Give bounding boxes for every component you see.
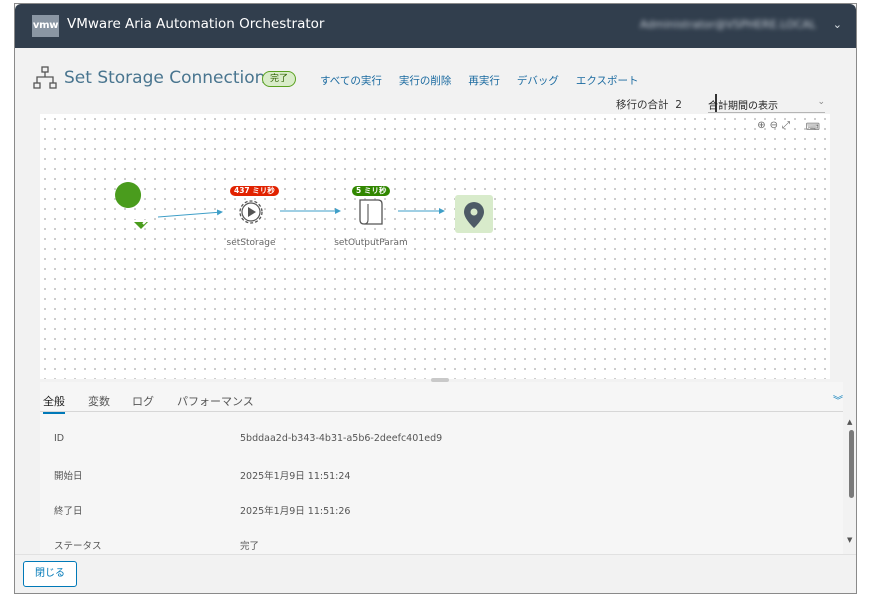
gear-play-icon[interactable] <box>239 200 263 224</box>
workflow-title: Set Storage Connection <box>64 68 266 88</box>
debug-link[interactable]: デバッグ <box>517 75 559 87</box>
detail-row: ID 5bddaa2d-b343-4b31-a5b6-2deefc401ed9 <box>54 433 814 449</box>
details-panel: 全般 変数 ログ パフォーマンス ︾ ID 5bddaa2d-b343-4b31… <box>40 382 854 557</box>
node-label: setOutputParam <box>334 238 408 248</box>
detail-value: 2025年1月9日 11:51:26 <box>240 506 351 517</box>
details-tabs: 全般 変数 ログ パフォーマンス ︾ <box>40 382 843 414</box>
scrollbar-thumb[interactable] <box>849 430 854 498</box>
start-node[interactable] <box>115 182 151 229</box>
total-runs-label: 移行の合計 <box>616 99 669 111</box>
detail-row: ステータス 完了 <box>54 538 814 554</box>
end-node[interactable] <box>455 195 493 233</box>
duration-badge: 5 ミリ秒 <box>352 186 391 196</box>
period-select-value: 合計期間の表示 <box>708 101 778 112</box>
chevron-down-icon: ⌄ <box>817 97 825 107</box>
duration-badge: 437 ミリ秒 <box>230 186 279 196</box>
chevron-down-icon[interactable]: ⌄ <box>833 18 842 31</box>
connector <box>157 209 223 218</box>
detail-key: ID <box>54 433 65 444</box>
workflow-run-window: vmw VMware Aria Automation Orchestrator … <box>14 3 857 594</box>
tab-general[interactable]: 全般 <box>43 393 65 414</box>
all-runs-link[interactable]: すべての実行 <box>320 75 382 87</box>
tab-variables[interactable]: 変数 <box>88 393 110 409</box>
action-links: すべての実行 実行の削除 再実行 デバッグ エクスポート <box>320 73 656 88</box>
workflow-canvas[interactable]: ⊕⊖⤢ ⌨ 437 ミリ秒 5 ミリ秒 setStorage setOutput… <box>40 114 830 379</box>
total-runs-value: 2 <box>675 99 682 111</box>
collapse-panel-icon[interactable]: ︾ <box>833 392 843 407</box>
total-runs: 移行の合計 2 <box>616 97 682 112</box>
detail-value: 完了 <box>240 541 260 552</box>
delete-run-link[interactable]: 実行の削除 <box>399 75 452 87</box>
scroll-up-icon[interactable]: ▲ <box>847 418 852 426</box>
top-navigation-bar: vmw VMware Aria Automation Orchestrator … <box>15 4 856 48</box>
scroll-script-icon[interactable] <box>359 199 383 225</box>
detail-row: 開始日 2025年1月9日 11:51:24 <box>54 468 814 484</box>
scroll-down-icon[interactable]: ▼ <box>847 536 852 544</box>
detail-value: 5bddaa2d-b343-4b31-a5b6-2deefc401ed9 <box>240 433 443 444</box>
detail-key: ステータス <box>54 541 102 552</box>
close-button[interactable]: 閉じる <box>23 561 77 587</box>
period-select[interactable]: 合計期間の表示 ⌄ <box>708 97 825 113</box>
user-menu[interactable]: Administrator@VSPHERE.LOCAL <box>640 18 816 31</box>
vmware-logo: vmw <box>32 15 59 37</box>
workflow-diagram <box>115 182 493 233</box>
node-label: setStorage <box>226 238 276 248</box>
status-badge: 完了 <box>262 71 297 87</box>
detail-value: 2025年1月9日 11:51:24 <box>240 471 351 482</box>
details-scrollbar[interactable]: ▲ ▼ <box>846 418 856 548</box>
tab-performance[interactable]: パフォーマンス <box>177 393 254 409</box>
detail-row: 終了日 2025年1月9日 11:51:26 <box>54 503 814 519</box>
detail-key: 開始日 <box>54 471 83 482</box>
workflow-icon <box>33 66 57 89</box>
tab-logs[interactable]: ログ <box>132 393 154 409</box>
detail-key: 終了日 <box>54 506 83 517</box>
app-title: VMware Aria Automation Orchestrator <box>67 16 325 32</box>
footer-bar: 閉じる <box>15 554 856 593</box>
rerun-link[interactable]: 再実行 <box>468 75 500 87</box>
export-link[interactable]: エクスポート <box>576 75 639 87</box>
